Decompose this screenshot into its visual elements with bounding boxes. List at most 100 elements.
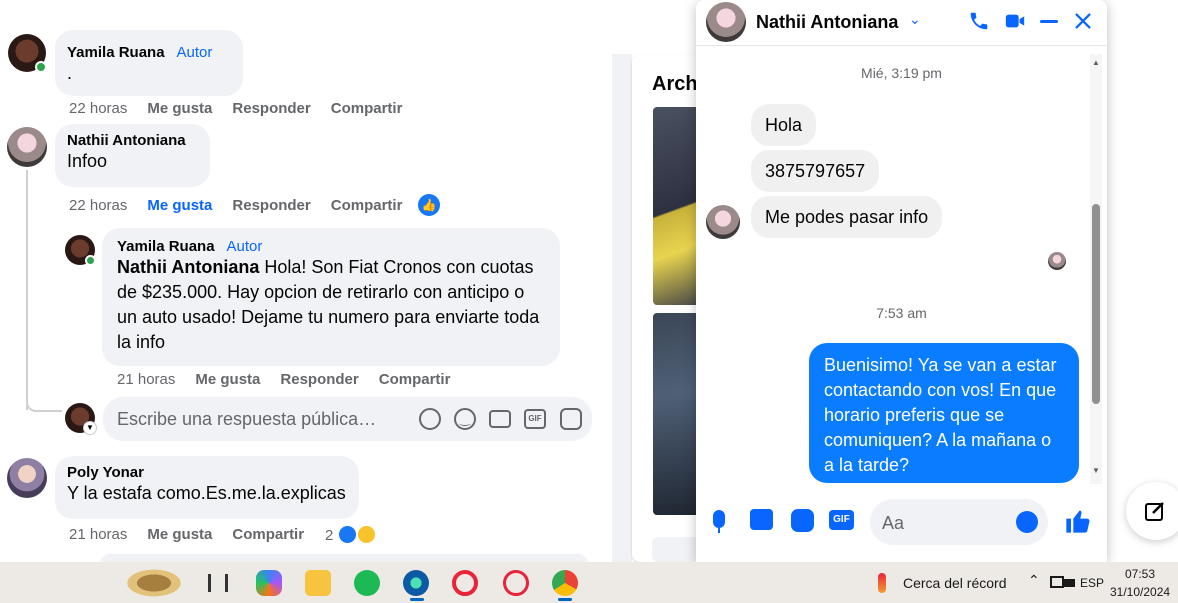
comment-author[interactable]: Yamila Ruana bbox=[67, 44, 165, 61]
thread-line bbox=[26, 170, 28, 410]
active-app-indicator bbox=[410, 598, 424, 601]
scrollbar-thumb[interactable] bbox=[1092, 204, 1100, 404]
message-timestamp: Mié, 3:19 pm bbox=[861, 65, 942, 81]
clock-time[interactable]: 07:53 bbox=[1125, 567, 1155, 581]
phone-icon[interactable] bbox=[968, 10, 990, 32]
comment-time[interactable]: 22 horas bbox=[69, 100, 127, 117]
like-button[interactable]: Me gusta bbox=[147, 197, 212, 214]
outgoing-message[interactable]: Buenisimo! Ya se van a estar contactando… bbox=[809, 343, 1079, 483]
sender-avatar[interactable] bbox=[706, 205, 740, 239]
sticker-icon[interactable] bbox=[560, 408, 582, 430]
comment-bubble: Nathii Antoniana Infoo bbox=[55, 124, 210, 187]
like-button[interactable]: Me gusta bbox=[195, 371, 260, 388]
edge-icon[interactable] bbox=[403, 570, 429, 596]
comment-time[interactable]: 21 horas bbox=[117, 371, 175, 388]
avatar-sticker-icon[interactable] bbox=[419, 408, 441, 430]
comment-bubble: Yamila Ruana Autor Nathii Antoniana Hola!… bbox=[102, 228, 560, 366]
network-icon[interactable] bbox=[1050, 576, 1064, 588]
tray-chevron-icon[interactable]: ⌃ bbox=[1028, 572, 1040, 589]
file-explorer-icon[interactable] bbox=[305, 570, 331, 596]
wow-reaction-icon[interactable] bbox=[356, 524, 377, 545]
like-reaction-icon[interactable] bbox=[337, 524, 358, 545]
reaction-count[interactable]: 2 bbox=[325, 527, 333, 544]
new-message-button[interactable] bbox=[1126, 482, 1178, 540]
incoming-message[interactable]: 3875797657 bbox=[751, 150, 880, 192]
seen-receipt-avatar bbox=[1048, 252, 1066, 270]
share-button[interactable]: Compartir bbox=[331, 197, 403, 214]
reply-button[interactable]: Responder bbox=[232, 100, 310, 117]
gif-icon[interactable]: GIF bbox=[829, 510, 854, 530]
message-input-placeholder: Aa bbox=[882, 513, 905, 533]
reply-button[interactable]: Responder bbox=[232, 197, 310, 214]
weather-text[interactable]: Cerca del récord bbox=[903, 575, 1007, 591]
spotify-icon[interactable] bbox=[354, 570, 380, 596]
reply-input[interactable]: Escribe una respuesta pública… ‿ GIF bbox=[103, 397, 592, 441]
scroll-up-arrow[interactable]: ▲ bbox=[1092, 58, 1100, 67]
comment-text: Y la estafa como.Es.me.la.explicas bbox=[67, 483, 346, 503]
message-timestamp: 7:53 am bbox=[876, 305, 927, 321]
reply-button[interactable]: Responder bbox=[280, 371, 358, 388]
close-icon[interactable] bbox=[1072, 10, 1094, 32]
video-call-icon[interactable] bbox=[1004, 10, 1026, 32]
share-button[interactable]: Compartir bbox=[379, 371, 451, 388]
comment-time[interactable]: 22 horas bbox=[69, 197, 127, 214]
comment-author[interactable]: Poly Yonar bbox=[67, 464, 347, 481]
like-button[interactable]: Me gusta bbox=[147, 100, 212, 117]
mention-link[interactable]: Nathii Antoniana bbox=[117, 257, 259, 277]
feed-divider bbox=[612, 54, 632, 562]
incoming-message[interactable]: Hola bbox=[751, 104, 817, 146]
comment-actions: 22 horas Me gusta Responder Compartir bbox=[69, 100, 422, 117]
avatar-chevron-icon[interactable]: ▼ bbox=[83, 421, 97, 435]
battery-icon[interactable] bbox=[1063, 579, 1075, 587]
minimize-icon[interactable] bbox=[1038, 10, 1060, 32]
comment-author[interactable]: Nathii Antoniana bbox=[67, 132, 198, 149]
image-icon[interactable] bbox=[750, 509, 773, 530]
scroll-down-arrow[interactable]: ▼ bbox=[1092, 466, 1100, 475]
avatar[interactable] bbox=[7, 458, 47, 498]
comment-time[interactable]: 21 horas bbox=[69, 526, 127, 543]
contact-avatar[interactable] bbox=[706, 2, 746, 42]
author-badge: Autor bbox=[226, 238, 263, 255]
thermometer-icon[interactable] bbox=[878, 573, 886, 593]
emoji-icon[interactable]: ‿ bbox=[454, 408, 476, 430]
like-reaction-icon[interactable]: 👍 bbox=[418, 194, 440, 216]
share-button[interactable]: Compartir bbox=[232, 526, 304, 543]
chevron-down-icon[interactable]: ⌄ bbox=[909, 11, 921, 28]
comments-feed: Yamila Ruana Autor . 22 horas Me gusta Resp… bbox=[0, 0, 612, 562]
clock-date[interactable]: 31/10/2024 bbox=[1110, 585, 1170, 599]
comment-text: Infoo bbox=[67, 151, 108, 171]
snipping-tool-icon[interactable] bbox=[503, 570, 529, 596]
camera-icon[interactable] bbox=[489, 410, 511, 428]
chat-header: Nathii Antoniana ⌄ bbox=[696, 0, 1107, 46]
chrome-icon[interactable] bbox=[552, 570, 578, 596]
owl-app-icon[interactable] bbox=[120, 566, 188, 600]
active-app-indicator bbox=[558, 598, 572, 601]
message-input[interactable]: Aa bbox=[870, 499, 1048, 545]
sticker-icon[interactable] bbox=[791, 509, 814, 532]
scrollbar-track[interactable]: ▲ ▼ bbox=[1090, 54, 1102, 484]
next-comment-bubble bbox=[100, 554, 588, 562]
copilot-icon[interactable] bbox=[256, 570, 282, 596]
comment-actions: 22 horas Me gusta Responder Compartir bbox=[69, 197, 422, 214]
share-button[interactable]: Compartir bbox=[331, 100, 403, 117]
comment-author[interactable]: Yamila Ruana bbox=[117, 238, 215, 255]
comment-bubble: Yamila Ruana Autor . bbox=[55, 30, 243, 96]
gif-icon[interactable]: GIF bbox=[524, 409, 546, 429]
contact-name[interactable]: Nathii Antoniana bbox=[756, 12, 898, 33]
photos-card-title[interactable]: Arch bbox=[652, 73, 698, 96]
comment-actions: 21 horas Me gusta Compartir bbox=[69, 526, 324, 543]
thread-connector bbox=[26, 400, 62, 412]
messenger-chat-window: Nathii Antoniana ⌄ Mié, 3:19 pm Hola 387… bbox=[696, 0, 1107, 562]
thumbs-up-send-icon[interactable] bbox=[1064, 507, 1092, 540]
online-indicator bbox=[85, 255, 96, 266]
widgets-icon[interactable] bbox=[208, 574, 228, 592]
opera-icon[interactable] bbox=[452, 570, 478, 596]
avatar[interactable] bbox=[7, 127, 47, 167]
microphone-icon[interactable] bbox=[713, 510, 725, 528]
emoji-icon[interactable] bbox=[1016, 511, 1038, 533]
like-button[interactable]: Me gusta bbox=[147, 526, 212, 543]
incoming-message[interactable]: Me podes pasar info bbox=[751, 196, 943, 238]
compose-icon bbox=[1145, 502, 1164, 521]
language-indicator[interactable]: ESP bbox=[1080, 576, 1104, 590]
windows-taskbar: Cerca del récord ⌃ ESP 07:53 31/10/2024 bbox=[0, 562, 1178, 603]
